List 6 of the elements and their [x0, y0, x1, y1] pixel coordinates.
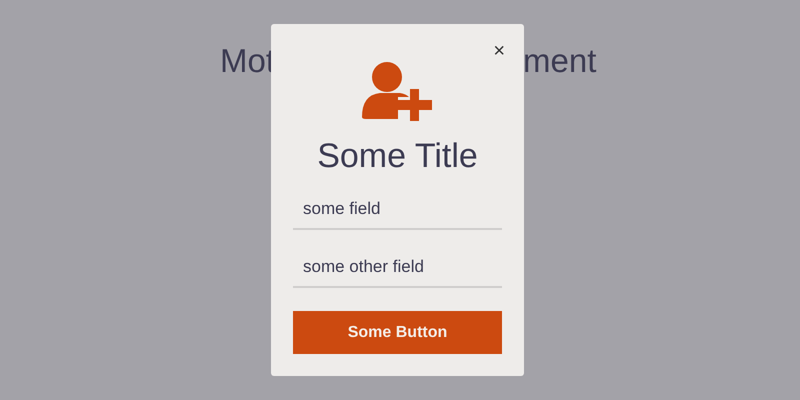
- close-button[interactable]: ×: [491, 40, 507, 62]
- dialog-title: Some Title: [317, 136, 478, 177]
- input-field[interactable]: some other field: [293, 248, 502, 288]
- submit-button[interactable]: Some Button: [293, 311, 502, 354]
- heading-text: ment: [523, 41, 596, 81]
- input-field[interactable]: some field: [293, 190, 502, 230]
